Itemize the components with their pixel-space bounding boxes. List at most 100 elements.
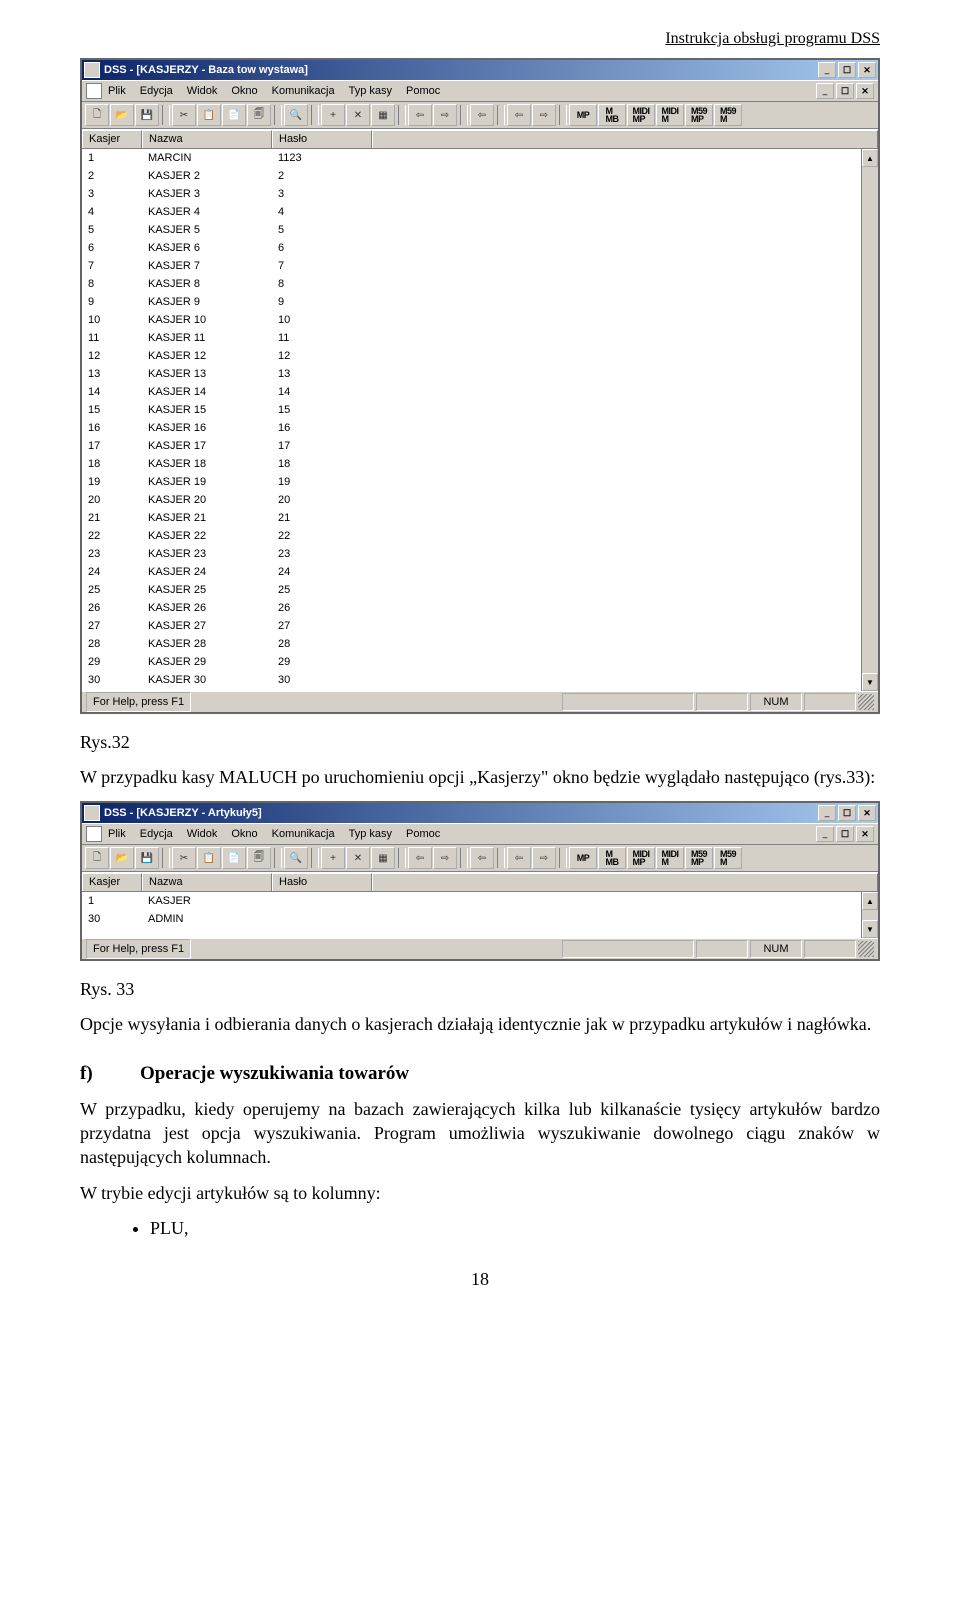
toolbar-button[interactable]: ⇨ xyxy=(532,104,556,126)
scroll-up-button[interactable]: ▲ xyxy=(862,892,878,910)
toolbar-button[interactable]: M MB xyxy=(598,104,626,126)
toolbar-button[interactable]: MP xyxy=(569,847,597,869)
menu-widok[interactable]: Widok xyxy=(187,85,218,97)
toolbar-button[interactable]: ⇦ xyxy=(507,847,531,869)
toolbar-button[interactable]: 🔍 xyxy=(284,847,308,869)
toolbar-button[interactable]: ⇦ xyxy=(507,104,531,126)
toolbar-button[interactable]: MIDI M xyxy=(656,104,684,126)
table-row[interactable]: 6KASJER 66 xyxy=(82,239,878,257)
toolbar-button[interactable]: 📋 xyxy=(197,104,221,126)
titlebar[interactable]: DSS - [KASJERZY - Baza tow wystawa] _ ☐ … xyxy=(82,60,878,80)
toolbar-button[interactable]: 🗐 xyxy=(247,847,271,869)
toolbar-button[interactable]: 🗋 xyxy=(85,847,109,869)
table-row[interactable]: 19KASJER 1919 xyxy=(82,473,878,491)
table-row[interactable]: 11KASJER 1111 xyxy=(82,329,878,347)
toolbar-button[interactable]: MIDI MP xyxy=(627,104,655,126)
toolbar-button[interactable]: ✂ xyxy=(172,104,196,126)
toolbar-button[interactable]: 🔍 xyxy=(284,104,308,126)
table-row[interactable]: 30KASJER 3030 xyxy=(82,671,878,689)
scroll-down-button[interactable]: ▼ xyxy=(862,673,878,691)
menu-typ-kasy[interactable]: Typ kasy xyxy=(349,85,392,97)
table-row[interactable]: 20KASJER 2020 xyxy=(82,491,878,509)
toolbar-button[interactable]: 💾 xyxy=(135,847,159,869)
table-row[interactable]: 17KASJER 1717 xyxy=(82,437,878,455)
menu-plik[interactable]: Plik xyxy=(108,828,126,840)
toolbar-button[interactable]: M59 M xyxy=(714,104,742,126)
menu-komunikacja[interactable]: Komunikacja xyxy=(272,85,335,97)
toolbar-button[interactable]: M59 MP xyxy=(685,104,713,126)
menu-pomoc[interactable]: Pomoc xyxy=(406,828,440,840)
mdi-maximize-button[interactable]: ☐ xyxy=(836,83,854,99)
maximize-button[interactable]: ☐ xyxy=(838,805,856,821)
col-nazwa[interactable]: Nazwa xyxy=(142,873,272,891)
toolbar-button[interactable]: ✕ xyxy=(346,847,370,869)
resize-grip-icon[interactable] xyxy=(858,694,874,710)
table-row[interactable]: 4KASJER 44 xyxy=(82,203,878,221)
table-row[interactable]: 28KASJER 2828 xyxy=(82,635,878,653)
toolbar-button[interactable]: 📋 xyxy=(197,847,221,869)
mdi-close-button[interactable]: ✕ xyxy=(856,826,874,842)
mdi-maximize-button[interactable]: ☐ xyxy=(836,826,854,842)
scrollbar-vertical[interactable]: ▲ ▼ xyxy=(861,892,878,938)
table-row[interactable]: 18KASJER 1818 xyxy=(82,455,878,473)
mdi-minimize-button[interactable]: _ xyxy=(816,83,834,99)
toolbar-button[interactable]: 📂 xyxy=(110,847,134,869)
menu-edycja[interactable]: Edycja xyxy=(140,828,173,840)
list-area[interactable]: 1KASJER30ADMIN ▲ ▼ xyxy=(82,892,878,938)
col-kasjer[interactable]: Kasjer xyxy=(82,130,142,148)
toolbar-button[interactable]: M59 MP xyxy=(685,847,713,869)
table-row[interactable]: 3KASJER 33 xyxy=(82,185,878,203)
table-row[interactable]: 16KASJER 1616 xyxy=(82,419,878,437)
toolbar-button[interactable]: ✕ xyxy=(346,104,370,126)
table-row[interactable]: 7KASJER 77 xyxy=(82,257,878,275)
list-area[interactable]: 1MARCIN11232KASJER 223KASJER 334KASJER 4… xyxy=(82,149,878,691)
menu-okno[interactable]: Okno xyxy=(231,85,257,97)
menu-komunikacja[interactable]: Komunikacja xyxy=(272,828,335,840)
table-row[interactable]: 1KASJER xyxy=(82,892,878,910)
toolbar-button[interactable]: ⇦ xyxy=(470,847,494,869)
toolbar-button[interactable]: + xyxy=(321,847,345,869)
table-row[interactable]: 15KASJER 1515 xyxy=(82,401,878,419)
mdi-icon[interactable] xyxy=(86,826,102,842)
toolbar-button[interactable]: 📂 xyxy=(110,104,134,126)
mdi-minimize-button[interactable]: _ xyxy=(816,826,834,842)
toolbar-button[interactable]: M MB xyxy=(598,847,626,869)
table-row[interactable]: 27KASJER 2727 xyxy=(82,617,878,635)
menu-typ-kasy[interactable]: Typ kasy xyxy=(349,828,392,840)
table-row[interactable]: 8KASJER 88 xyxy=(82,275,878,293)
toolbar-button[interactable]: ▦ xyxy=(371,847,395,869)
toolbar-button[interactable]: 📄 xyxy=(222,847,246,869)
col-haslo[interactable]: Hasło xyxy=(272,873,372,891)
table-row[interactable]: 9KASJER 99 xyxy=(82,293,878,311)
titlebar[interactable]: DSS - [KASJERZY - Artykuły5] _ ☐ ✕ xyxy=(82,803,878,823)
toolbar-button[interactable]: ⇦ xyxy=(408,104,432,126)
menu-plik[interactable]: Plik xyxy=(108,85,126,97)
close-button[interactable]: ✕ xyxy=(858,805,876,821)
toolbar-button[interactable]: ▦ xyxy=(371,104,395,126)
table-row[interactable]: 25KASJER 2525 xyxy=(82,581,878,599)
menu-widok[interactable]: Widok xyxy=(187,828,218,840)
close-button[interactable]: ✕ xyxy=(858,62,876,78)
mdi-icon[interactable] xyxy=(86,83,102,99)
scroll-up-button[interactable]: ▲ xyxy=(862,149,878,167)
table-row[interactable]: 13KASJER 1313 xyxy=(82,365,878,383)
toolbar-button[interactable]: ⇦ xyxy=(408,847,432,869)
menu-edycja[interactable]: Edycja xyxy=(140,85,173,97)
table-row[interactable]: 14KASJER 1414 xyxy=(82,383,878,401)
table-row[interactable]: 23KASJER 2323 xyxy=(82,545,878,563)
table-row[interactable]: 1MARCIN1123 xyxy=(82,149,878,167)
table-row[interactable]: 30ADMIN xyxy=(82,910,878,928)
toolbar-button[interactable]: 📄 xyxy=(222,104,246,126)
table-row[interactable]: 29KASJER 2929 xyxy=(82,653,878,671)
toolbar-button[interactable]: 🗐 xyxy=(247,104,271,126)
table-row[interactable]: 10KASJER 1010 xyxy=(82,311,878,329)
table-row[interactable]: 21KASJER 2121 xyxy=(82,509,878,527)
minimize-button[interactable]: _ xyxy=(818,62,836,78)
toolbar-button[interactable]: ✂ xyxy=(172,847,196,869)
table-row[interactable]: 5KASJER 55 xyxy=(82,221,878,239)
toolbar-button[interactable]: 🗋 xyxy=(85,104,109,126)
table-row[interactable]: 12KASJER 1212 xyxy=(82,347,878,365)
toolbar-button[interactable]: MIDI MP xyxy=(627,847,655,869)
table-row[interactable]: 26KASJER 2626 xyxy=(82,599,878,617)
toolbar-button[interactable]: MIDI M xyxy=(656,847,684,869)
